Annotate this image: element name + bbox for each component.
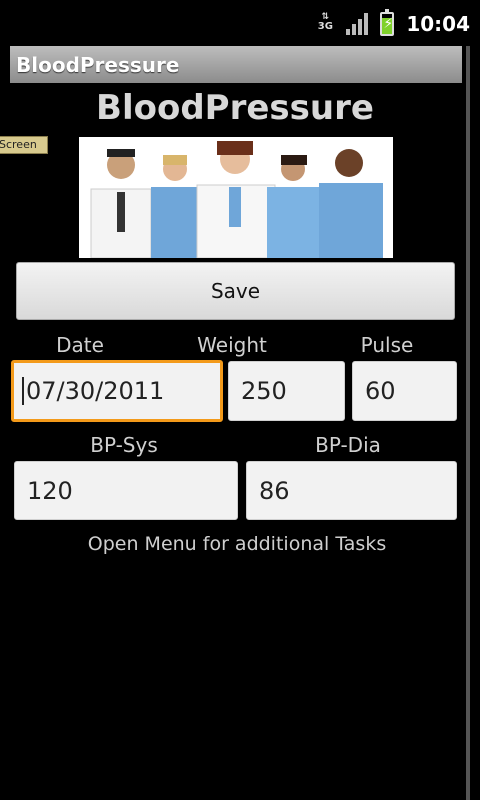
status-icons: ⇅ 3G ⚡ 10:04 — [316, 9, 470, 38]
bp-sys-label: BP-Sys — [90, 433, 158, 457]
person-nurse-2 — [151, 155, 199, 258]
app-heading: BloodPressure — [96, 88, 374, 128]
person-doctor-3 — [196, 141, 276, 258]
network-label: 3G — [317, 21, 333, 32]
bp-dia-field[interactable]: 86 — [246, 461, 457, 520]
date-field[interactable]: 07/30/2011 — [11, 360, 223, 422]
bp-dia-label: BP-Dia — [315, 433, 381, 457]
person-nurse-4 — [267, 155, 321, 258]
date-label: Date — [56, 333, 104, 357]
pulse-field[interactable]: 60 — [352, 361, 457, 421]
bp-sys-field[interactable]: 120 — [14, 461, 238, 520]
bp-dia-value: 86 — [259, 476, 290, 505]
status-bar: ⇅ 3G ⚡ 10:04 — [0, 0, 480, 46]
date-value: 07/30/2011 — [26, 377, 165, 405]
charging-bolt-icon: ⚡ — [383, 16, 394, 32]
battery-charging-icon: ⚡ — [380, 9, 395, 36]
weight-label: Weight — [197, 333, 267, 357]
scroll-edge — [466, 46, 470, 800]
pulse-value: 60 — [365, 377, 396, 405]
pulse-label: Pulse — [360, 333, 414, 357]
bp-sys-value: 120 — [27, 476, 73, 505]
screen-tag: Screen — [0, 136, 48, 154]
signal-icon — [346, 13, 369, 35]
data-3g-icon: ⇅ 3G — [317, 12, 333, 32]
title-bar: BloodPressure — [10, 46, 462, 83]
text-cursor — [22, 377, 24, 405]
weight-value: 250 — [241, 377, 287, 405]
person-nurse-5 — [319, 149, 383, 258]
menu-hint: Open Menu for additional Tasks — [87, 533, 387, 555]
window-title: BloodPressure — [16, 52, 180, 77]
weight-field[interactable]: 250 — [228, 361, 345, 421]
person-doctor-1 — [90, 149, 152, 258]
save-button[interactable]: Save — [16, 262, 455, 320]
medical-staff-photo — [79, 137, 393, 258]
clock: 10:04 — [406, 12, 470, 36]
